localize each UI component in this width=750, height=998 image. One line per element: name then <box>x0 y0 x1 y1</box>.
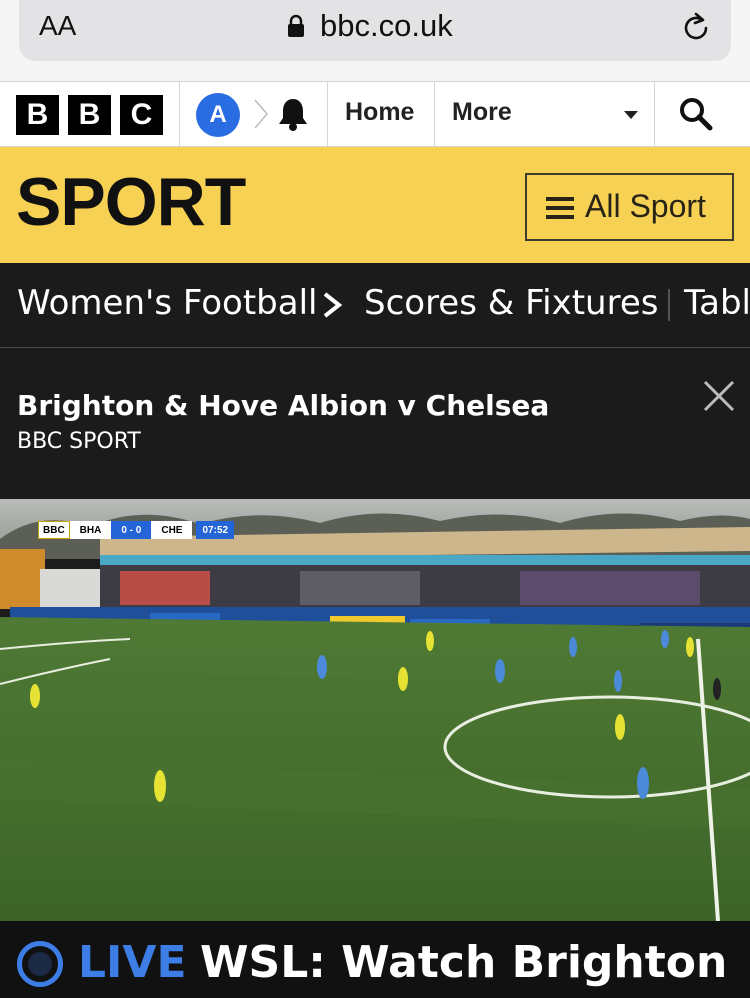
video-player[interactable]: BBC BHA 0 - 0 CHE 07:52 <box>0 499 750 921</box>
bbc-global-nav: B B C A Home More <box>0 81 750 147</box>
notification-bell-icon[interactable] <box>274 96 312 132</box>
nav-divider <box>327 82 328 146</box>
live-indicator-icon <box>17 941 63 987</box>
media-title: Brighton & Hove Albion v Chelsea <box>17 389 550 422</box>
all-sport-label: All Sport <box>585 188 706 224</box>
bbc-logo[interactable]: B B C <box>16 95 163 135</box>
menu-icon <box>546 197 574 219</box>
media-header: Brighton & Hove Albion v Chelsea BBC SPO… <box>0 349 750 499</box>
bbc-logo-letter: B <box>16 95 59 135</box>
secondary-nav: Women's Football Scores & Fixtures Tabl <box>0 263 750 348</box>
scorebug: BBC BHA 0 - 0 CHE 07:52 <box>38 521 235 539</box>
nav-scores-fixtures[interactable]: Scores & Fixtures <box>364 283 658 323</box>
scorebug-broadcaster: BBC <box>38 521 70 539</box>
nav-divider <box>668 289 670 321</box>
all-sport-button[interactable]: All Sport <box>525 173 734 241</box>
nav-home-link[interactable]: Home <box>345 98 414 127</box>
nav-tables[interactable]: Tabl <box>684 283 750 323</box>
text-size-button[interactable]: AA <box>39 10 76 42</box>
video-frame <box>0 499 750 921</box>
nav-more-button[interactable]: More <box>452 98 512 127</box>
scorebug-home-team: BHA <box>69 521 112 539</box>
text-size-label: AA <box>39 10 77 41</box>
scorebug-away-team: CHE <box>151 521 193 539</box>
scorebug-clock: 07:52 <box>196 521 235 539</box>
sport-title[interactable]: SPORT <box>16 163 246 241</box>
nav-divider <box>654 82 655 146</box>
search-icon[interactable] <box>678 96 714 132</box>
live-banner[interactable]: LIVE WSL: Watch Brighton <box>0 921 750 998</box>
nav-divider <box>179 82 180 146</box>
caret-down-icon <box>624 111 638 119</box>
nav-divider <box>434 82 435 146</box>
chevron-right-icon <box>323 292 343 318</box>
lock-icon <box>288 14 304 37</box>
nav-womens-football[interactable]: Women's Football <box>17 283 317 323</box>
chevron-right-icon <box>254 99 268 129</box>
url-text[interactable]: bbc.co.uk <box>320 8 453 44</box>
bbc-logo-letter: C <box>120 95 163 135</box>
close-icon[interactable] <box>702 379 736 413</box>
browser-toolbar: AA bbc.co.uk <box>0 0 750 81</box>
live-badge: LIVE <box>78 937 187 988</box>
live-title: WSL: Watch Brighton <box>200 937 728 988</box>
account-avatar[interactable]: A <box>196 93 240 137</box>
bbc-logo-letter: B <box>68 95 111 135</box>
reload-icon[interactable] <box>678 10 714 46</box>
scorebug-score: 0 - 0 <box>111 521 152 539</box>
media-source: BBC SPORT <box>17 429 141 454</box>
sport-header: SPORT All Sport <box>0 147 750 263</box>
